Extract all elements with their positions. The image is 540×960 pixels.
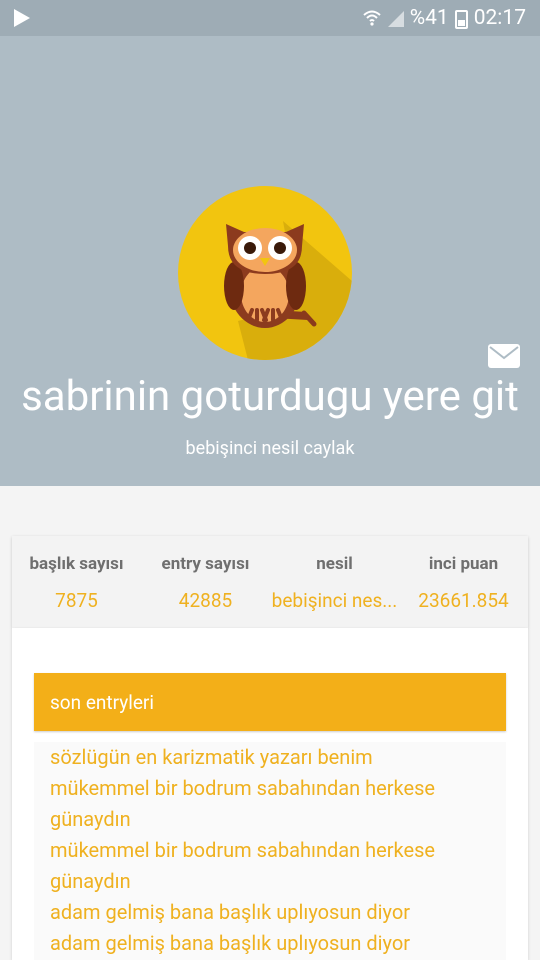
entry-link[interactable]: mükemmel bir bodrum sabahından herkese g… [50, 773, 480, 835]
stat-label: başlık sayısı [29, 554, 124, 574]
stat-value: 7875 [55, 589, 98, 612]
stat-value: 23661.854 [418, 589, 509, 612]
status-indicators: %41 02:17 [362, 0, 526, 36]
stat-value: 42885 [178, 589, 233, 612]
avatar[interactable] [178, 186, 352, 360]
recent-entries-header: son entryleri [34, 673, 506, 731]
wifi-icon [363, 10, 381, 26]
status-bar: %41 02:17 [0, 0, 540, 36]
entry-link[interactable]: sözlügün en karizmatik yazarı benim [50, 742, 480, 773]
clock: 02:17 [473, 6, 526, 30]
stat-label: entry sayısı [161, 554, 250, 574]
entry-link[interactable]: adam gelmiş bana başlık uplıyosun diyor [50, 928, 480, 959]
battery-percent: %41 [409, 6, 449, 30]
stats-card: başlık sayısı 7875 entry sayısı 42885 ne… [12, 536, 528, 628]
play-icon [14, 9, 30, 27]
entry-link[interactable]: mükemmel bir bodrum sabahından herkese g… [50, 835, 480, 897]
stat-label: nesil [316, 554, 353, 574]
signal-icon [387, 11, 404, 27]
stat-label: inci puan [428, 554, 499, 574]
profile-header: sabrinin goturdugu yere git bebişinci ne… [0, 36, 540, 486]
profile-title: bebişinci nesil caylak [185, 438, 355, 459]
message-icon[interactable] [488, 344, 520, 368]
profile-username: sabrinin goturdugu yere git [21, 372, 519, 421]
owl-avatar-icon [178, 186, 352, 360]
recent-entries-list: sözlügün en karizmatik yazarı benim müke… [34, 742, 506, 960]
battery-icon [454, 9, 468, 29]
stat-value: bebişinci nes... [271, 589, 398, 612]
recent-entries-title: son entryleri [50, 691, 154, 714]
entry-link[interactable]: adam gelmiş bana başlık uplıyosun diyor [50, 897, 480, 928]
